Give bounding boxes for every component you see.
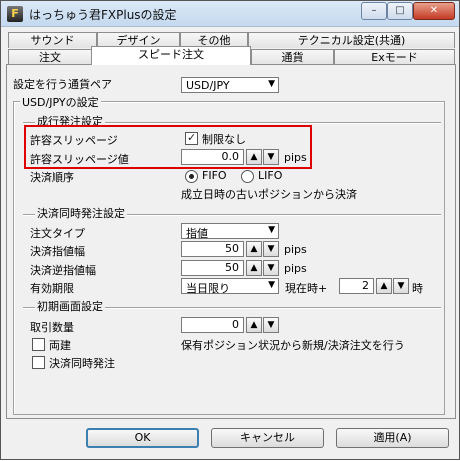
settle-order-label: 決済順序 [30,171,74,184]
lifo-radio[interactable] [241,170,254,183]
order-type-select[interactable]: 指値 ▼ [181,223,279,240]
sim-order-checkbox[interactable] [32,356,45,369]
qty-label: 取引数量 [30,321,74,334]
order-type-label: 注文タイプ [30,227,85,240]
limit-down-button[interactable]: ▼ [263,241,279,257]
sim-order-label: 決済同時発注 [49,357,115,370]
chevron-down-icon: ▼ [268,280,275,290]
stop-width-input[interactable]: 50 [181,260,244,276]
fifo-radio[interactable] [185,170,198,183]
hours-up-button[interactable]: ▲ [376,278,392,294]
ok-button[interactable]: OK [86,428,199,448]
chevron-down-icon: ▼ [268,225,275,235]
both-label: 両建 [49,339,71,352]
order-type-value: 指値 [186,227,208,240]
current-time-label: 現在時+ [285,282,328,295]
stop-up-button[interactable]: ▲ [246,260,262,276]
market-order-header: 成行発注設定 [35,113,105,129]
slippage-value-label: 許容スリッページ値 [30,153,129,166]
expiry-select[interactable]: 当日限り ▼ [181,278,279,295]
slippage-down-button[interactable]: ▼ [263,149,279,165]
unlimited-label: 制限なし [202,133,246,146]
cancel-button[interactable]: キャンセル [211,428,324,448]
group-title: USD/JPYの設定 [20,94,101,110]
hours-input[interactable]: 2 [339,278,374,294]
apply-button[interactable]: 適用(A) [336,428,449,448]
unlimited-checkbox[interactable] [185,131,198,145]
pair-value: USD/JPY [186,79,230,92]
limit-up-button[interactable]: ▲ [246,241,262,257]
stop-width-label: 決済逆指値幅 [30,264,96,277]
slippage-up-button[interactable]: ▲ [246,149,262,165]
settings-dialog: F はっちゅう君FXPlusの設定 – □ ✕ サウンド デザイン その他 テク… [0,0,460,460]
qty-input[interactable]: 0 [181,317,244,333]
lifo-label: LIFO [258,169,283,182]
expiry-label: 有効期限 [30,282,74,295]
slippage-unit: pips [284,151,307,164]
stop-unit: pips [284,262,307,275]
pair-label: 設定を行う通貨ペア [13,78,112,91]
pair-select[interactable]: USD/JPY ▼ [181,77,279,93]
limit-width-input[interactable]: 50 [181,241,244,257]
hours-down-button[interactable]: ▼ [393,278,409,294]
hours-unit: 時 [412,282,423,295]
both-checkbox[interactable] [32,338,45,351]
stop-down-button[interactable]: ▼ [263,260,279,276]
both-note: 保有ポジション状況から新規/決済注文を行う [181,339,405,352]
simultaneous-header: 決済同時発注設定 [35,205,127,221]
chevron-down-icon: ▼ [268,79,275,89]
qty-down-button[interactable]: ▼ [263,317,279,333]
qty-up-button[interactable]: ▲ [246,317,262,333]
slippage-label: 許容スリッページ [30,134,118,147]
initial-header: 初期画面設定 [35,298,105,314]
settle-order-note: 成立日時の古いポジションから決済 [181,188,357,201]
limit-unit: pips [284,243,307,256]
slippage-value-input[interactable]: 0.0 [181,149,244,165]
limit-width-label: 決済指値幅 [30,245,85,258]
fifo-label: FIFO [202,169,227,182]
expiry-value: 当日限り [186,282,230,295]
